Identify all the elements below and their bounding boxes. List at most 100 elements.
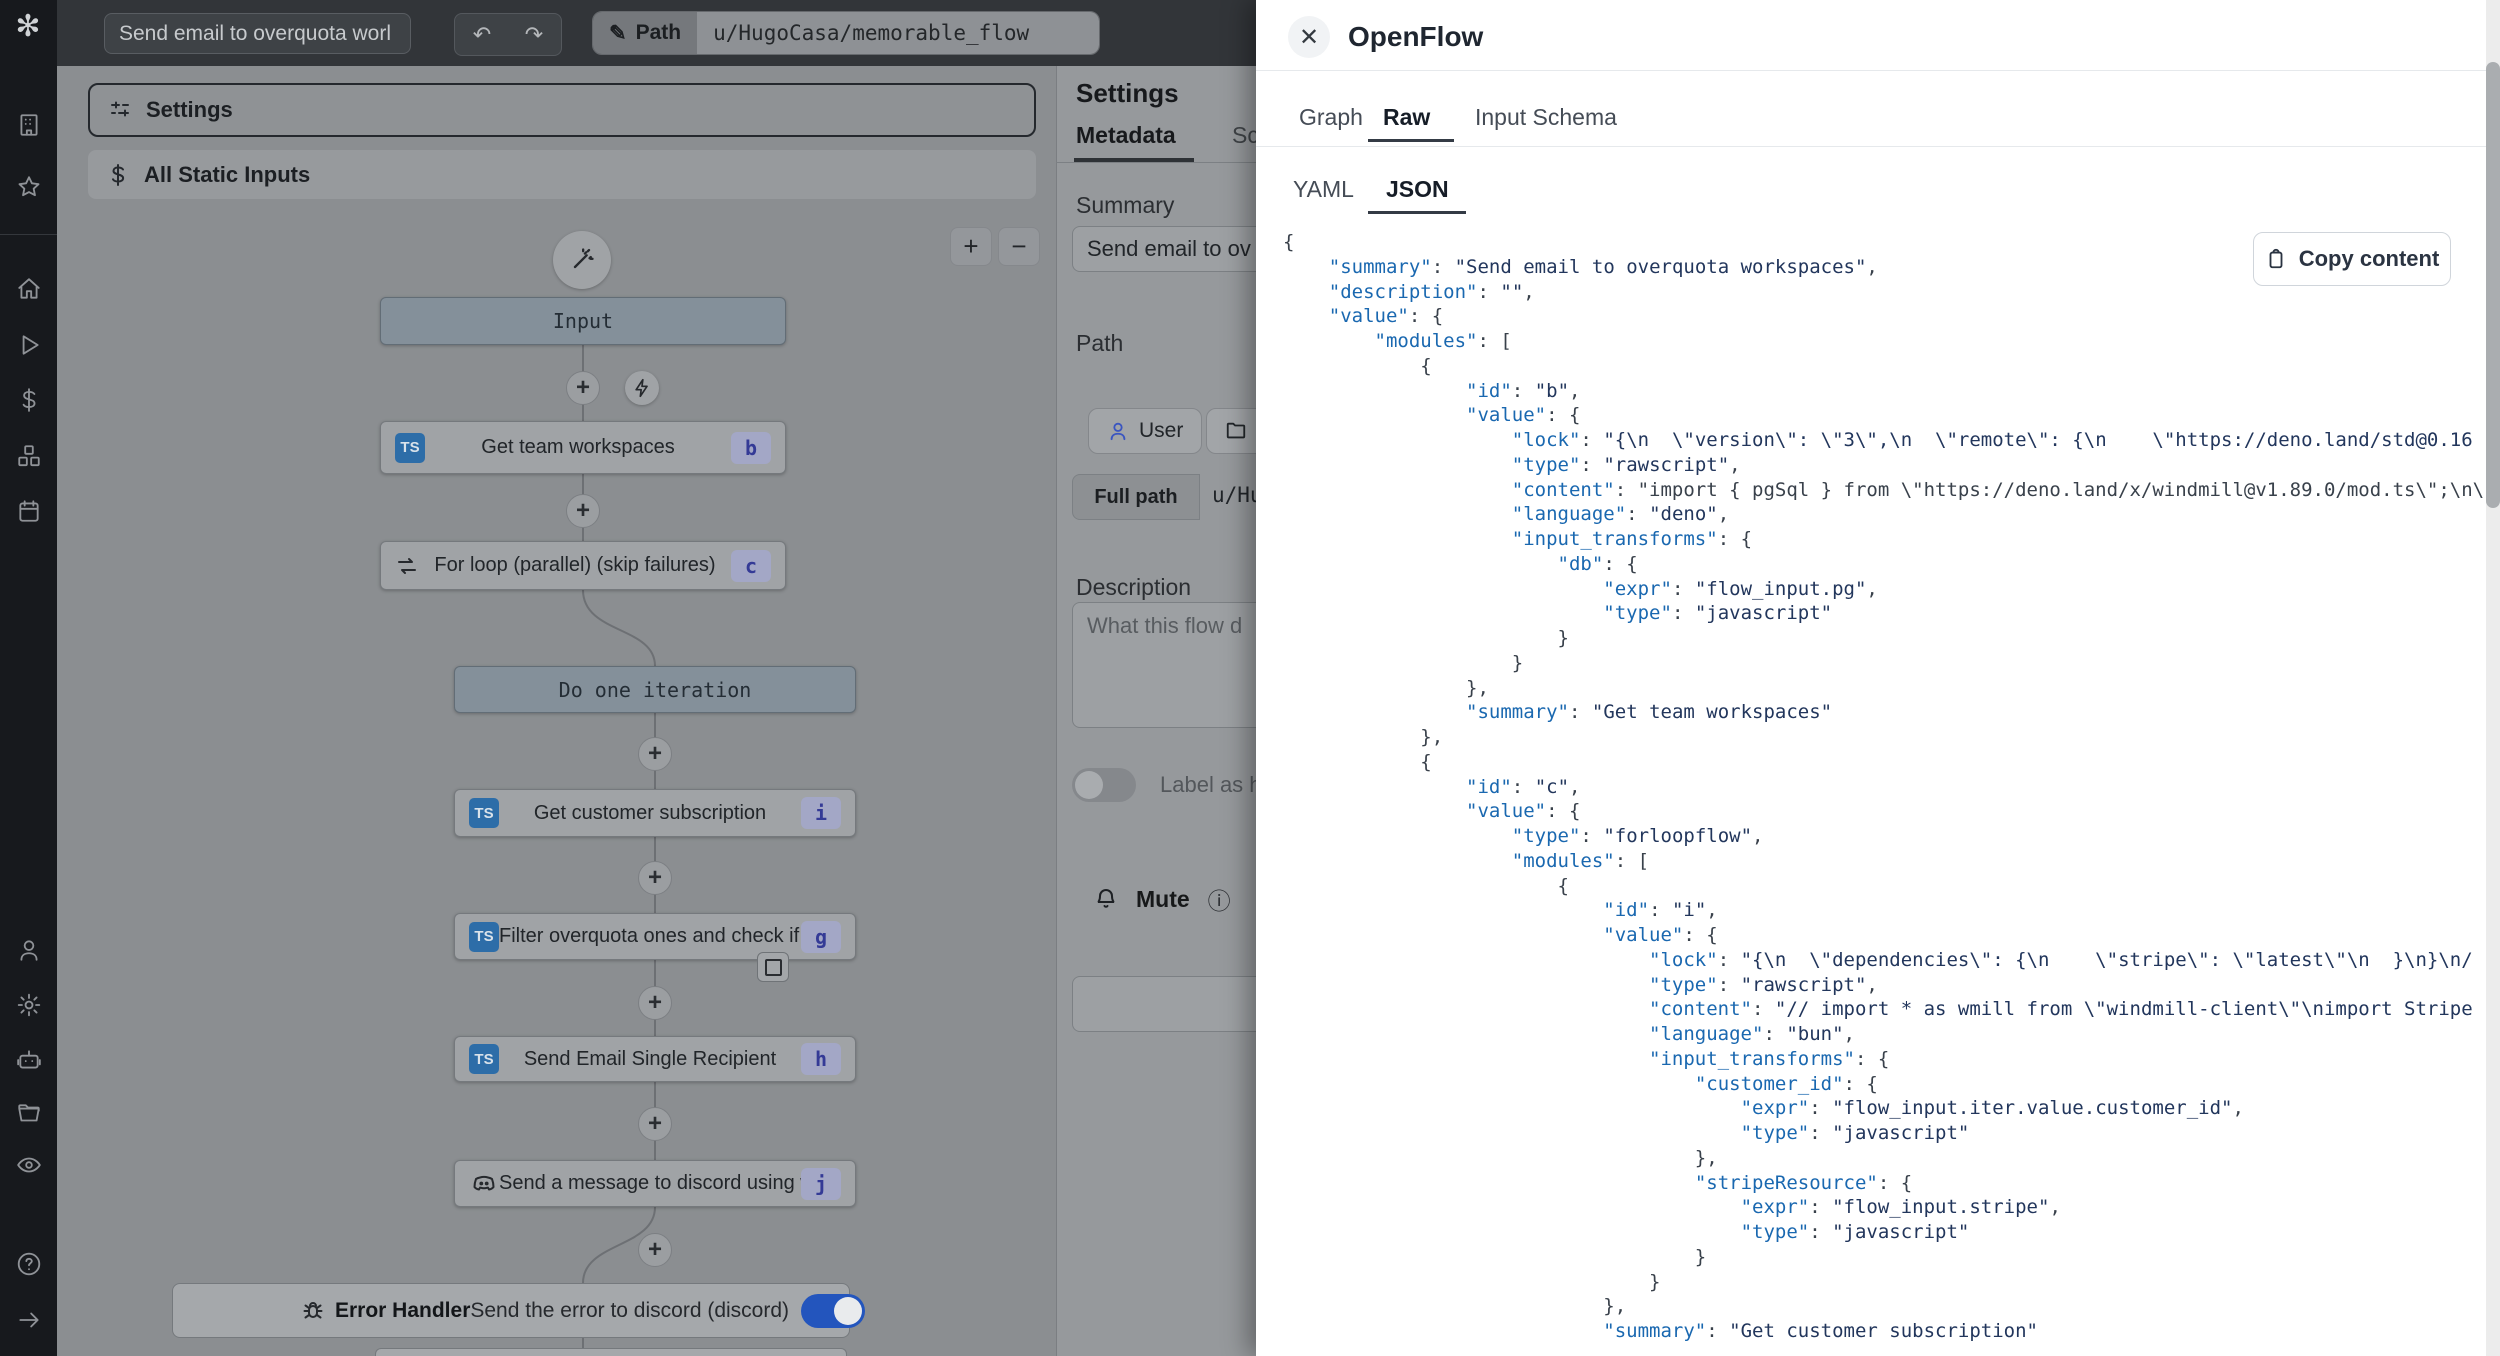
tab-input-schema[interactable]: Input Schema (1475, 104, 1617, 131)
settings-menu-label: Settings (146, 97, 233, 123)
bell-icon (1094, 887, 1118, 911)
add-step-button[interactable]: + (638, 737, 672, 771)
tabs-divider (1256, 146, 2486, 147)
active-tab-underline (1368, 139, 1454, 142)
workspace-building-icon[interactable] (14, 110, 44, 140)
node-id-badge: i (801, 797, 841, 829)
trigger-lightning-button[interactable] (625, 371, 659, 405)
openflow-drawer: ✕ OpenFlow Graph Raw Input Schema YAML J… (1256, 0, 2500, 1356)
subtab-yaml[interactable]: YAML (1293, 176, 1354, 203)
discord-icon (469, 1172, 499, 1196)
node-id-badge: b (731, 432, 771, 464)
error-handler-label: Error HandlerSend the error to discord (… (335, 1299, 789, 1323)
module-box-button[interactable] (757, 952, 789, 982)
subtab-json[interactable]: JSON (1386, 176, 1449, 203)
flow-node-j[interactable]: Send a message to discord using we… j (454, 1160, 856, 1207)
flow-settings-menu-item[interactable]: Settings (88, 83, 1036, 137)
undo-icon: ↶ (473, 22, 491, 48)
folder-small-icon (1225, 420, 1247, 442)
all-static-inputs-menu-item[interactable]: All Static Inputs (88, 150, 1036, 199)
node-id-badge: j (801, 1168, 841, 1200)
flow-node-do-one-iteration[interactable]: Do one iteration (454, 666, 856, 713)
settings-gear-icon[interactable] (14, 990, 44, 1020)
summary-label: Summary (1076, 192, 1174, 219)
drawer-scrollbar-thumb[interactable] (2486, 62, 2500, 508)
mute-label: Mute (1136, 886, 1190, 913)
workers-robot-icon[interactable] (14, 1045, 44, 1075)
resources-boxes-icon[interactable] (14, 441, 44, 471)
windmill-flow-editor: ↶ ↷ ✎ Path u/HugoCasa/memorable_flow ✻ (0, 0, 2500, 1356)
node-label: Do one iteration (455, 678, 855, 702)
owner-kind-user-button[interactable]: User (1088, 408, 1202, 454)
add-step-button[interactable]: + (566, 494, 600, 528)
windmill-logo[interactable]: ✻ (8, 6, 48, 46)
flow-node-c[interactable]: For loop (parallel) (skip failures) c (380, 541, 786, 590)
add-step-button[interactable]: + (566, 371, 600, 405)
node-id-badge: c (731, 550, 771, 582)
magic-wand-icon (568, 246, 596, 274)
full-path-label: Full path (1072, 474, 1200, 520)
square-icon (765, 959, 782, 976)
user-small-icon (1107, 420, 1129, 442)
flow-node-g[interactable]: TS Filter overquota ones and check if sh… (454, 913, 856, 960)
header-divider (1256, 70, 2486, 71)
tab-metadata[interactable]: Metadata (1076, 122, 1176, 149)
typescript-badge: TS (469, 798, 499, 828)
expand-arrow-icon[interactable] (14, 1305, 44, 1335)
flow-node-input[interactable]: Input (380, 297, 786, 345)
add-step-button[interactable]: + (638, 861, 672, 895)
help-question-icon[interactable] (14, 1249, 44, 1279)
add-step-button[interactable]: + (638, 1107, 672, 1141)
dollar-icon (106, 163, 130, 187)
variables-dollar-icon[interactable] (14, 385, 44, 415)
path-button[interactable]: ✎ Path u/HugoCasa/memorable_flow (592, 11, 1100, 55)
graph-zoom-out-button[interactable]: − (998, 227, 1040, 266)
favorites-star-icon[interactable] (14, 172, 44, 202)
add-step-button[interactable]: + (638, 1233, 672, 1267)
node-label: Get customer subscription (499, 802, 801, 825)
label-toggle-text: Label as h (1160, 772, 1262, 798)
copy-content-button[interactable]: Copy content (2253, 232, 2451, 286)
tab-graph[interactable]: Graph (1299, 104, 1363, 131)
info-icon: ⓘ (1208, 882, 1231, 916)
schedules-calendar-icon[interactable] (14, 496, 44, 526)
close-icon: ✕ (1299, 23, 1319, 52)
user-icon[interactable] (14, 935, 44, 965)
clipboard-icon (2265, 248, 2287, 270)
runs-play-icon[interactable] (14, 330, 44, 360)
description-label: Description (1076, 574, 1191, 601)
close-drawer-button[interactable]: ✕ (1288, 16, 1330, 58)
node-label: Send Email Single Recipient (499, 1048, 801, 1071)
error-handler-toggle[interactable] (801, 1294, 865, 1328)
folders-icon[interactable] (14, 1099, 44, 1129)
sliders-icon (108, 98, 132, 122)
toggle-knob (1075, 771, 1103, 799)
copy-button-label: Copy content (2299, 246, 2440, 272)
ai-wand-button[interactable] (553, 231, 611, 289)
tab-raw[interactable]: Raw (1383, 104, 1430, 131)
audit-eye-icon[interactable] (14, 1150, 44, 1180)
node-id-badge: h (801, 1043, 841, 1075)
flow-node-b[interactable]: TS Get team workspaces b (380, 421, 786, 474)
graph-zoom-in-button[interactable]: + (950, 227, 992, 266)
flow-node-h[interactable]: TS Send Email Single Recipient h (454, 1036, 856, 1082)
flow-summary-input[interactable] (104, 13, 411, 54)
topbar: ↶ ↷ ✎ Path u/HugoCasa/memorable_flow (57, 0, 1256, 66)
static-inputs-label: All Static Inputs (144, 162, 310, 188)
redo-button[interactable]: ↷ (507, 13, 562, 56)
redo-icon: ↷ (525, 22, 543, 48)
flow-node-i[interactable]: TS Get customer subscription i (454, 789, 856, 837)
sidebar-divider (0, 234, 57, 235)
add-step-button[interactable]: + (638, 986, 672, 1020)
path-button-label: Path (636, 21, 682, 45)
home-icon[interactable] (14, 274, 44, 304)
label-toggle-row: Label as h (1072, 768, 1262, 802)
toggle-knob (834, 1297, 862, 1325)
flow-path-value: u/HugoCasa/memorable_flow (697, 12, 1099, 54)
label-toggle[interactable] (1072, 768, 1136, 802)
flow-error-handler-node[interactable]: Error HandlerSend the error to discord (… (172, 1283, 850, 1338)
node-id-badge: g (801, 921, 841, 953)
undo-button[interactable]: ↶ (454, 13, 510, 56)
typescript-badge: TS (469, 922, 499, 952)
typescript-badge: TS (469, 1044, 499, 1074)
